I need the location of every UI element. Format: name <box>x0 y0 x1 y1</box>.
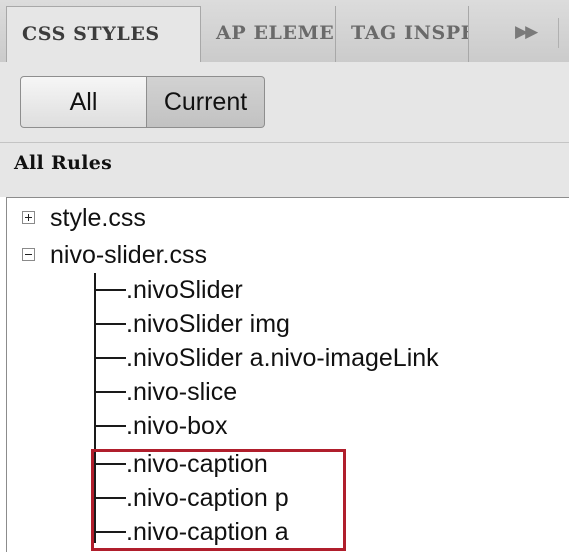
tree-rule[interactable]: .nivoSlider img <box>126 307 290 341</box>
tree-rule[interactable]: .nivoSlider a.nivo-imageLink <box>126 341 439 375</box>
collapse-icon[interactable] <box>22 248 35 261</box>
all-mode-button[interactable]: All <box>20 76 147 128</box>
css-styles-panel: CSS STYLES AP ELEMENTS TAG INSPECTOR ▶▶ … <box>0 0 569 552</box>
mode-toolbar: All Current <box>0 62 569 142</box>
tab-css-styles[interactable]: CSS STYLES <box>6 6 201 63</box>
tree-rule[interactable]: .nivo-box <box>126 409 227 443</box>
tree-rule[interactable]: .nivo-slice <box>126 375 237 409</box>
tree-file-style-css[interactable]: style.css <box>50 201 146 235</box>
panel-tab-bar: CSS STYLES AP ELEMENTS TAG INSPECTOR ▶▶ <box>0 0 569 63</box>
header-spacer <box>0 185 569 197</box>
tree-branch-line <box>94 289 126 291</box>
tree-branch-line <box>94 357 126 359</box>
section-title: All Rules <box>14 152 113 174</box>
annotation-highlight-box <box>91 449 346 551</box>
expand-icon[interactable] <box>22 211 35 224</box>
tab-tag-inspector[interactable]: TAG INSPECTOR <box>336 6 469 62</box>
tree-branch-line <box>94 425 126 427</box>
rules-tree[interactable]: style.css nivo-slider.css .nivoSlider .n… <box>6 197 569 552</box>
current-mode-button[interactable]: Current <box>147 76 265 128</box>
tree-branch-line <box>94 323 126 325</box>
tab-ap-elements[interactable]: AP ELEMENTS <box>201 6 336 62</box>
double-chevron-right-icon[interactable]: ▶▶ <box>515 22 538 42</box>
tree-file-nivo-slider-css[interactable]: nivo-slider.css <box>50 238 207 272</box>
tree-branch-line <box>94 391 126 393</box>
all-rules-header: All Rules <box>0 142 569 186</box>
tree-rule[interactable]: .nivoSlider <box>126 273 243 307</box>
tab-divider <box>558 18 559 48</box>
